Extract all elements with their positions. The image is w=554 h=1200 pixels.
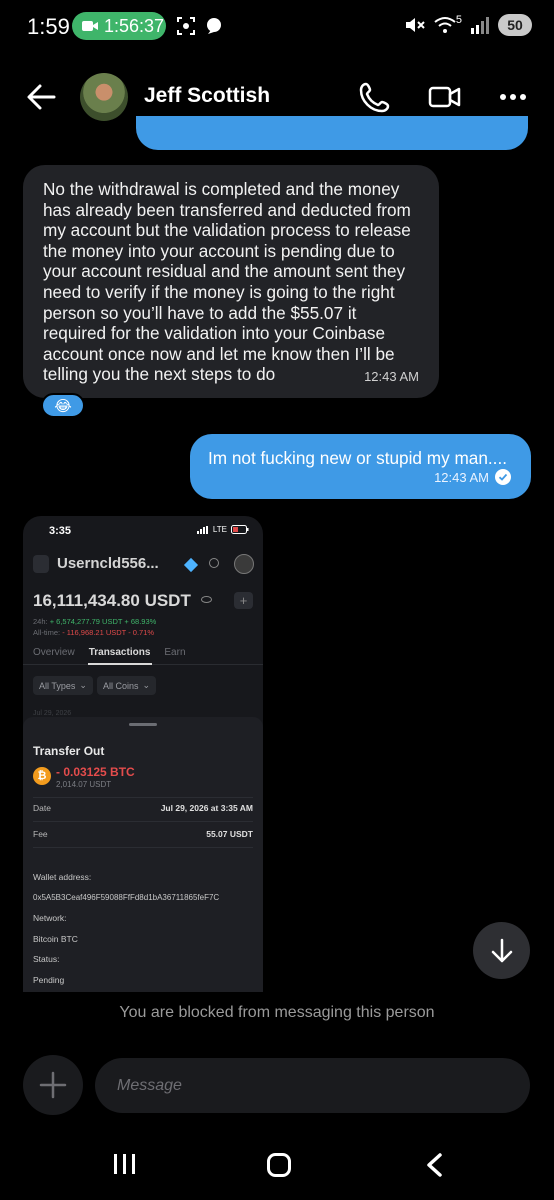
plus-icon (39, 1071, 67, 1099)
diamond-icon (183, 557, 199, 573)
filter-label: All Coins (103, 680, 139, 691)
arrow-down-icon (491, 938, 512, 962)
bitcoin-icon: ₿ (33, 767, 51, 785)
day-change-value: + 6,574,277.79 USDT + 68.93% (49, 617, 157, 626)
tab-overview: Overview (33, 647, 75, 658)
tab-earn: Earn (164, 647, 186, 658)
outgoing-message-text: Im not fucking new or stupid my man.... (208, 448, 507, 468)
chevron-down-icon: ⌄ (142, 680, 151, 690)
cell-signal-icon (471, 17, 489, 34)
screenshot-network: LTE (212, 525, 227, 534)
screenshot-avatar (234, 554, 254, 574)
nav-back-icon[interactable] (424, 1152, 446, 1178)
day-change-label: 24h: (33, 617, 48, 626)
status-bar: 1:59 1:56:37 5 50 (0, 0, 554, 56)
search-icon (209, 558, 219, 568)
date-value: Jul 29, 2026 at 3:35 AM (160, 803, 253, 813)
screenshot-time: 3:35 (49, 525, 72, 537)
mute-icon (405, 18, 425, 32)
screenshot-battery-icon (231, 525, 249, 534)
screenshot-tabs: Overview Transactions Earn (33, 647, 186, 658)
notification-icons (176, 16, 224, 36)
add-attachment-button[interactable] (23, 1055, 83, 1115)
contact-name[interactable]: Jeff Scottish (144, 84, 270, 108)
filter-all-coins: All Coins ⌄ (97, 676, 157, 695)
more-icon[interactable] (496, 82, 530, 112)
scroll-to-bottom-button[interactable] (473, 922, 530, 979)
message-timestamp: 12:43 AM (434, 469, 489, 485)
avatar[interactable] (80, 73, 128, 121)
date-label: Date (33, 803, 51, 813)
fee-label: Fee (33, 829, 48, 839)
fee-value: 55.07 USDT (206, 829, 253, 839)
blocked-notice: You are blocked from messaging this pers… (119, 1004, 435, 1021)
divider (33, 797, 253, 798)
message-input[interactable]: Message (95, 1058, 530, 1113)
screenshot-balance: 16,111,434.80 USDT (33, 591, 191, 610)
phone-icon[interactable] (358, 80, 392, 114)
faint-date: Jul 29, 2026 (33, 710, 72, 717)
all-time-row: All-time: - 116,968.21 USDT - 0.71% (33, 628, 154, 637)
system-nav-bar (0, 1136, 554, 1200)
screenshot-username: Usernc​ld556... (57, 555, 159, 572)
wifi-icon (434, 17, 456, 33)
transfer-amount-usdt: 2,014.07 USDT (56, 780, 112, 789)
status-label: Status: (33, 954, 60, 964)
eye-icon (201, 596, 212, 603)
status-time: 1:59 (27, 14, 70, 39)
previous-outgoing-bubble[interactable] (136, 116, 528, 150)
day-change-row: 24h: + 6,574,277.79 USDT + 68.93% (33, 617, 156, 626)
incoming-message-bubble[interactable]: No the withdrawal is completed and the m… (23, 165, 439, 398)
status-value: Pending (33, 975, 65, 985)
date-row: Date Jul 29, 2026 at 3:35 AM (33, 803, 253, 813)
network-label: Network: (33, 913, 67, 923)
system-icons: 5 50 (404, 14, 532, 36)
call-timer: 1:56:37 (104, 15, 165, 36)
home-icon[interactable] (266, 1152, 292, 1178)
tab-transactions: Transactions (88, 647, 151, 658)
plus-icon: + (234, 592, 253, 609)
screenshot-signal-icon (196, 525, 208, 534)
back-arrow-icon[interactable] (26, 82, 56, 112)
recent-apps-icon[interactable] (112, 1152, 138, 1176)
video-camera-icon[interactable] (428, 82, 462, 112)
chat-bubble-icon (207, 18, 221, 34)
filter-all-types: All Types ⌄ (33, 676, 93, 695)
ongoing-call-pill[interactable]: 1:56:37 (72, 12, 166, 40)
wallet-label: Wallet address: (33, 872, 92, 882)
all-time-value: - 116,968.21 USDT - 0.71% (62, 628, 155, 637)
sheet-handle (129, 723, 157, 726)
outgoing-message-bubble[interactable]: Im not fucking new or stupid my man.... … (190, 434, 531, 499)
shared-screenshot-image[interactable]: 3:35 LTE Usernc​ld556... 16,111,434.80 U… (23, 516, 263, 992)
network-value: Bitcoin BTC (33, 934, 78, 944)
fee-row: Fee 55.07 USDT (33, 829, 253, 839)
message-meta: 12:43 AM (434, 469, 511, 485)
all-time-label: All-time: (33, 628, 61, 637)
sheet-title: Transfer Out (33, 744, 105, 758)
video-call-status-icon (82, 21, 98, 31)
read-check-icon (495, 469, 511, 485)
account-switcher (33, 555, 49, 573)
incoming-message-text: No the withdrawal is completed and the m… (43, 179, 411, 385)
screenshot-icon (177, 17, 195, 35)
reaction-badge[interactable]: 😂 (41, 393, 85, 418)
wallet-value: 0x5A5B3Ceaf496F59088FfFd8d1bA36711865feF… (33, 893, 220, 902)
transfer-detail-sheet: Transfer Out ₿ - 0.03125 BTC 2,014.07 US… (23, 717, 263, 992)
chevron-down-icon: ⌄ (79, 680, 87, 690)
battery-indicator: 50 (498, 14, 532, 36)
wifi-signal-label: 5 (455, 14, 462, 26)
divider (33, 821, 253, 822)
message-timestamp: 12:43 AM (364, 369, 419, 384)
filter-label: All Types (39, 680, 76, 691)
transfer-amount: - 0.03125 BTC (56, 765, 135, 779)
divider (33, 847, 253, 848)
screenshot-status-icons: LTE (196, 525, 249, 534)
active-tab-indicator (88, 663, 152, 665)
